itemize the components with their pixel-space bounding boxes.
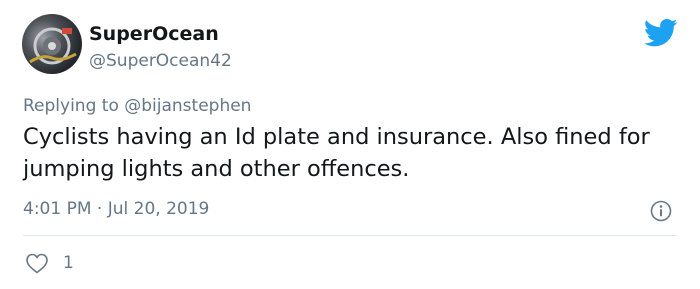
replying-to-prefix: Replying to [23, 96, 125, 116]
display-name[interactable]: SuperOcean [89, 23, 219, 45]
twitter-bird-icon[interactable] [644, 18, 678, 48]
user-handle[interactable]: @SuperOcean42 [89, 51, 232, 71]
avatar[interactable] [22, 14, 82, 74]
replying-to-line: Replying to @bijanstephen [23, 96, 251, 116]
tweet-card: SuperOcean @SuperOcean42 Replying to @bi… [0, 0, 700, 289]
info-icon[interactable] [650, 200, 672, 222]
heart-icon[interactable] [25, 252, 49, 274]
like-count: 1 [63, 253, 74, 273]
tweet-timestamp[interactable]: 4:01 PM · Jul 20, 2019 [23, 199, 209, 219]
avatar-image [29, 27, 77, 65]
tweet-text: Cyclists having an Id plate and insuranc… [23, 124, 650, 182]
divider [23, 235, 677, 236]
replying-to-mention[interactable]: @bijanstephen [124, 96, 251, 116]
